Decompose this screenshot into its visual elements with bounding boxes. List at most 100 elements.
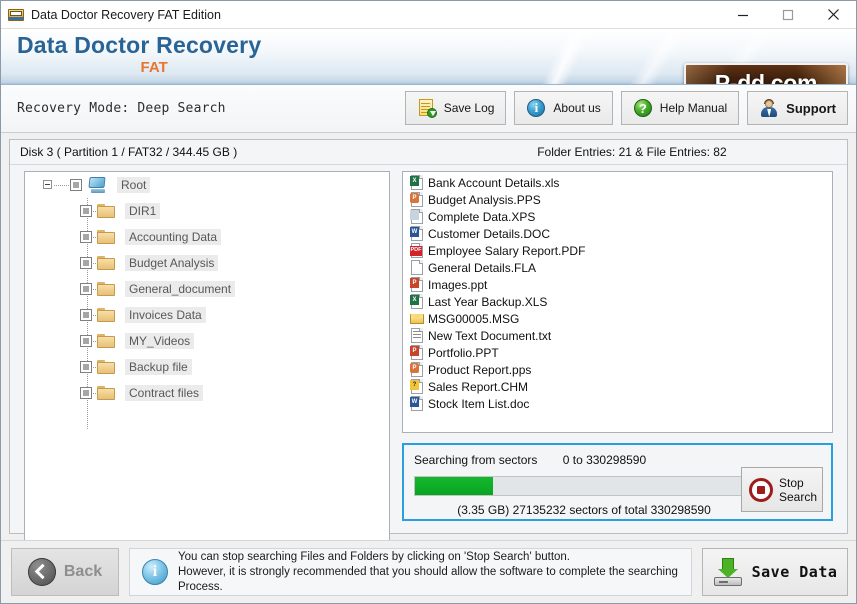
excel-file-icon: X [410,175,424,190]
tree-checkbox[interactable] [80,283,92,295]
folder-tree[interactable]: Root DIR1 Accounting Data Budget Analysi… [24,171,390,541]
info-message-box: You can stop searching Files and Folders… [129,548,692,596]
list-item[interactable]: X Last Year Backup.XLS [403,293,832,310]
save-log-button[interactable]: Save Log [404,91,507,125]
tree-checkbox[interactable] [70,179,82,191]
save-data-button[interactable]: Save Data [702,548,848,596]
list-item[interactable]: PDF Employee Salary Report.PDF [403,242,832,259]
list-item[interactable]: P Portfolio.PPT [403,344,832,361]
folder-icon [97,256,115,270]
toolbar: Recovery Mode: Deep Search Save Log i Ab… [1,85,856,133]
list-item[interactable]: General Details.FLA [403,259,832,276]
email-file-icon [410,311,424,326]
info-line-1: You can stop searching Files and Folders… [178,550,570,563]
support-label: Support [786,100,836,116]
tree-checkbox[interactable] [80,387,92,399]
tree-item-my-videos[interactable]: MY_Videos [25,328,389,354]
list-item[interactable]: P Images.ppt [403,276,832,293]
powerpoint-show-file-icon: P [410,362,424,377]
tree-item-contract-files[interactable]: Contract files [25,380,389,406]
back-button[interactable]: Back [11,548,119,596]
file-name: Employee Salary Report.PDF [428,243,586,258]
search-status-label: Searching from sectors [414,453,538,467]
list-item[interactable]: Complete Data.XPS [403,208,832,225]
entries-label: Folder Entries: 21 & File Entries: 82 [537,145,727,159]
list-item[interactable]: W Stock Item List.doc [403,395,832,412]
tree-checkbox[interactable] [80,335,92,347]
info-line-2: However, it is strongly recommended that… [178,565,678,578]
search-sectors-label: (3.35 GB) 27135232 sectors of total 3302… [457,503,711,517]
file-name: Portfolio.PPT [428,345,499,360]
window-title: Data Doctor Recovery FAT Edition [31,7,221,22]
xps-file-icon [410,209,424,224]
word-file-icon: W [410,226,424,241]
folder-icon [97,386,115,400]
word-file-icon: W [410,396,424,411]
folder-icon [97,308,115,322]
pdd-logo-text: P-dd.com [714,69,818,85]
tree-checkbox[interactable] [80,309,92,321]
stop-search-button[interactable]: Stop Search [741,467,823,512]
search-progress-fill [415,477,493,495]
main-content: Disk 3 ( Partition 1 / FAT32 / 344.45 GB… [1,133,856,541]
tree-checkbox[interactable] [80,257,92,269]
list-item[interactable]: P Product Report.pps [403,361,832,378]
file-name: Product Report.pps [428,362,532,377]
tree-item-invoices-data[interactable]: Invoices Data [25,302,389,328]
tree-item-label: Budget Analysis [125,255,219,271]
support-button[interactable]: Support [747,91,848,125]
info-line-3: Process. [178,580,223,593]
brand-banner: Data Doctor Recovery FAT P-dd.com [1,29,856,85]
close-button[interactable] [810,1,856,28]
list-item[interactable]: ? Sales Report.CHM [403,378,832,395]
back-label: Back [63,563,103,580]
content-panel: Disk 3 ( Partition 1 / FAT32 / 344.45 GB… [9,139,848,541]
tree-item-label: Accounting Data [125,229,222,245]
tree-item-backup-file[interactable]: Backup file [25,354,389,380]
tree-item-dir1[interactable]: DIR1 [25,198,389,224]
file-name: New Text Document.txt [428,328,552,343]
tree-item-budget-analysis[interactable]: Budget Analysis [25,250,389,276]
list-item[interactable]: W Customer Details.DOC [403,225,832,242]
tree-item-label: Backup file [125,359,192,375]
search-status-row: Searching from sectors 0 to 330298590 [414,453,646,467]
bottom-bar: Back You can stop searching Files and Fo… [1,540,856,603]
pdd-logo[interactable]: P-dd.com [684,63,848,85]
tree-item-general-document[interactable]: General_document [25,276,389,302]
search-progress-panel: Searching from sectors 0 to 330298590 (3… [402,443,833,521]
list-item[interactable]: MSG00005.MSG [403,310,832,327]
support-person-icon [759,98,779,118]
tree-expander-icon[interactable] [43,180,52,189]
title-bar: Data Doctor Recovery FAT Edition [1,1,856,29]
tree-connector [54,185,70,186]
list-item[interactable]: X Bank Account Details.xls [403,174,832,191]
minimize-button[interactable] [720,1,765,28]
about-us-button[interactable]: i About us [514,91,613,125]
computer-icon [87,177,107,193]
list-item[interactable]: New Text Document.txt [403,327,832,344]
brand-title: Data Doctor Recovery [17,32,262,58]
generic-file-icon [410,260,424,275]
toolbar-buttons: Save Log i About us ? Help Manual Suppor… [404,91,848,125]
tree-checkbox[interactable] [80,361,92,373]
tree-checkbox[interactable] [80,205,92,217]
text-file-icon [410,328,424,343]
folder-icon [97,204,115,218]
tree-item-label: Root [117,177,151,193]
file-list[interactable]: X Bank Account Details.xls P Budget Anal… [402,171,833,433]
list-item[interactable]: P Budget Analysis.PPS [403,191,832,208]
save-log-icon [417,98,437,118]
search-range-label: 0 to 330298590 [562,453,647,467]
disk-info-bar: Disk 3 ( Partition 1 / FAT32 / 344.45 GB… [10,140,847,165]
maximize-button[interactable] [765,1,810,28]
tree-item-root[interactable]: Root [25,172,389,198]
tree-checkbox[interactable] [80,231,92,243]
back-arrow-icon [27,558,56,586]
file-name: Stock Item List.doc [428,396,530,411]
search-progress-bar [414,476,754,496]
file-name: Bank Account Details.xls [428,175,560,190]
tree-item-accounting-data[interactable]: Accounting Data [25,224,389,250]
help-manual-button[interactable]: ? Help Manual [620,91,740,125]
recovery-mode-label: Recovery Mode: Deep Search [17,101,226,116]
file-name: Last Year Backup.XLS [428,294,548,309]
